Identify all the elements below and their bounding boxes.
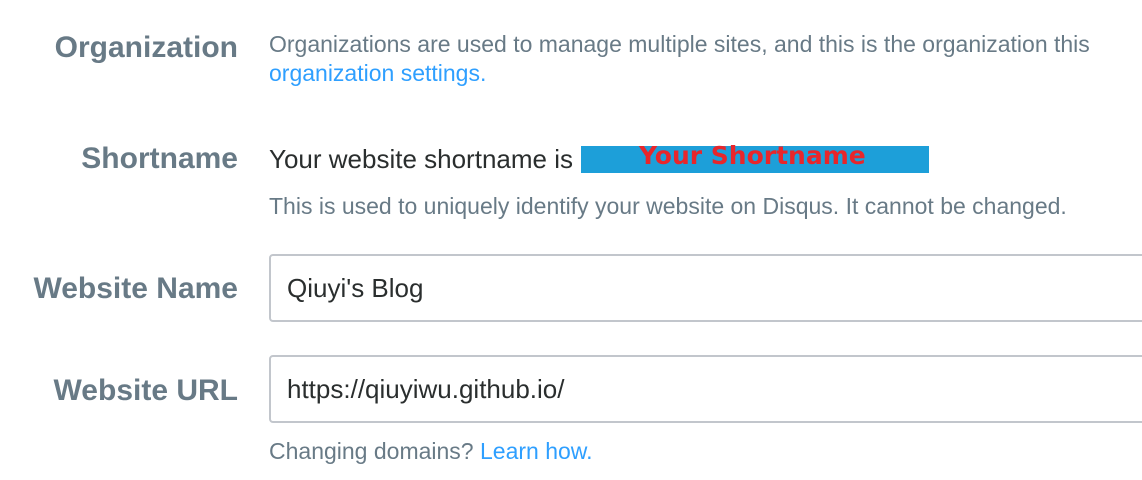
website-name-input[interactable] xyxy=(287,272,1142,304)
organization-description: Organizations are used to manage multipl… xyxy=(269,30,1090,88)
website-url-field[interactable] xyxy=(269,355,1142,423)
shortname-note: This is used to uniquely identify your w… xyxy=(269,193,1067,219)
website-name-field[interactable] xyxy=(269,254,1142,322)
shortname-value: Your Shortname xyxy=(638,140,866,170)
website-url-input[interactable] xyxy=(287,373,1142,405)
disqus-site-settings-form: Organization Organizations are used to m… xyxy=(0,0,1142,480)
organization-description-text: Organizations are used to manage multipl… xyxy=(269,31,1090,57)
organization-settings-link[interactable]: organization settings. xyxy=(269,60,486,86)
shortname-prefix: Your website shortname is xyxy=(269,143,573,174)
learn-how-link[interactable]: Learn how. xyxy=(480,438,593,464)
shortname-label: Shortname xyxy=(81,142,238,175)
website-name-label: Website Name xyxy=(33,272,238,305)
website-url-label: Website URL xyxy=(53,374,238,407)
shortname-line: Your website shortname is Your Shortname xyxy=(269,141,929,176)
organization-label: Organization xyxy=(54,31,238,64)
changing-domains-note: Changing domains? Learn how. xyxy=(269,437,593,466)
changing-domains-question: Changing domains? xyxy=(269,438,474,464)
shortname-redaction-box: Your Shortname xyxy=(580,141,929,173)
